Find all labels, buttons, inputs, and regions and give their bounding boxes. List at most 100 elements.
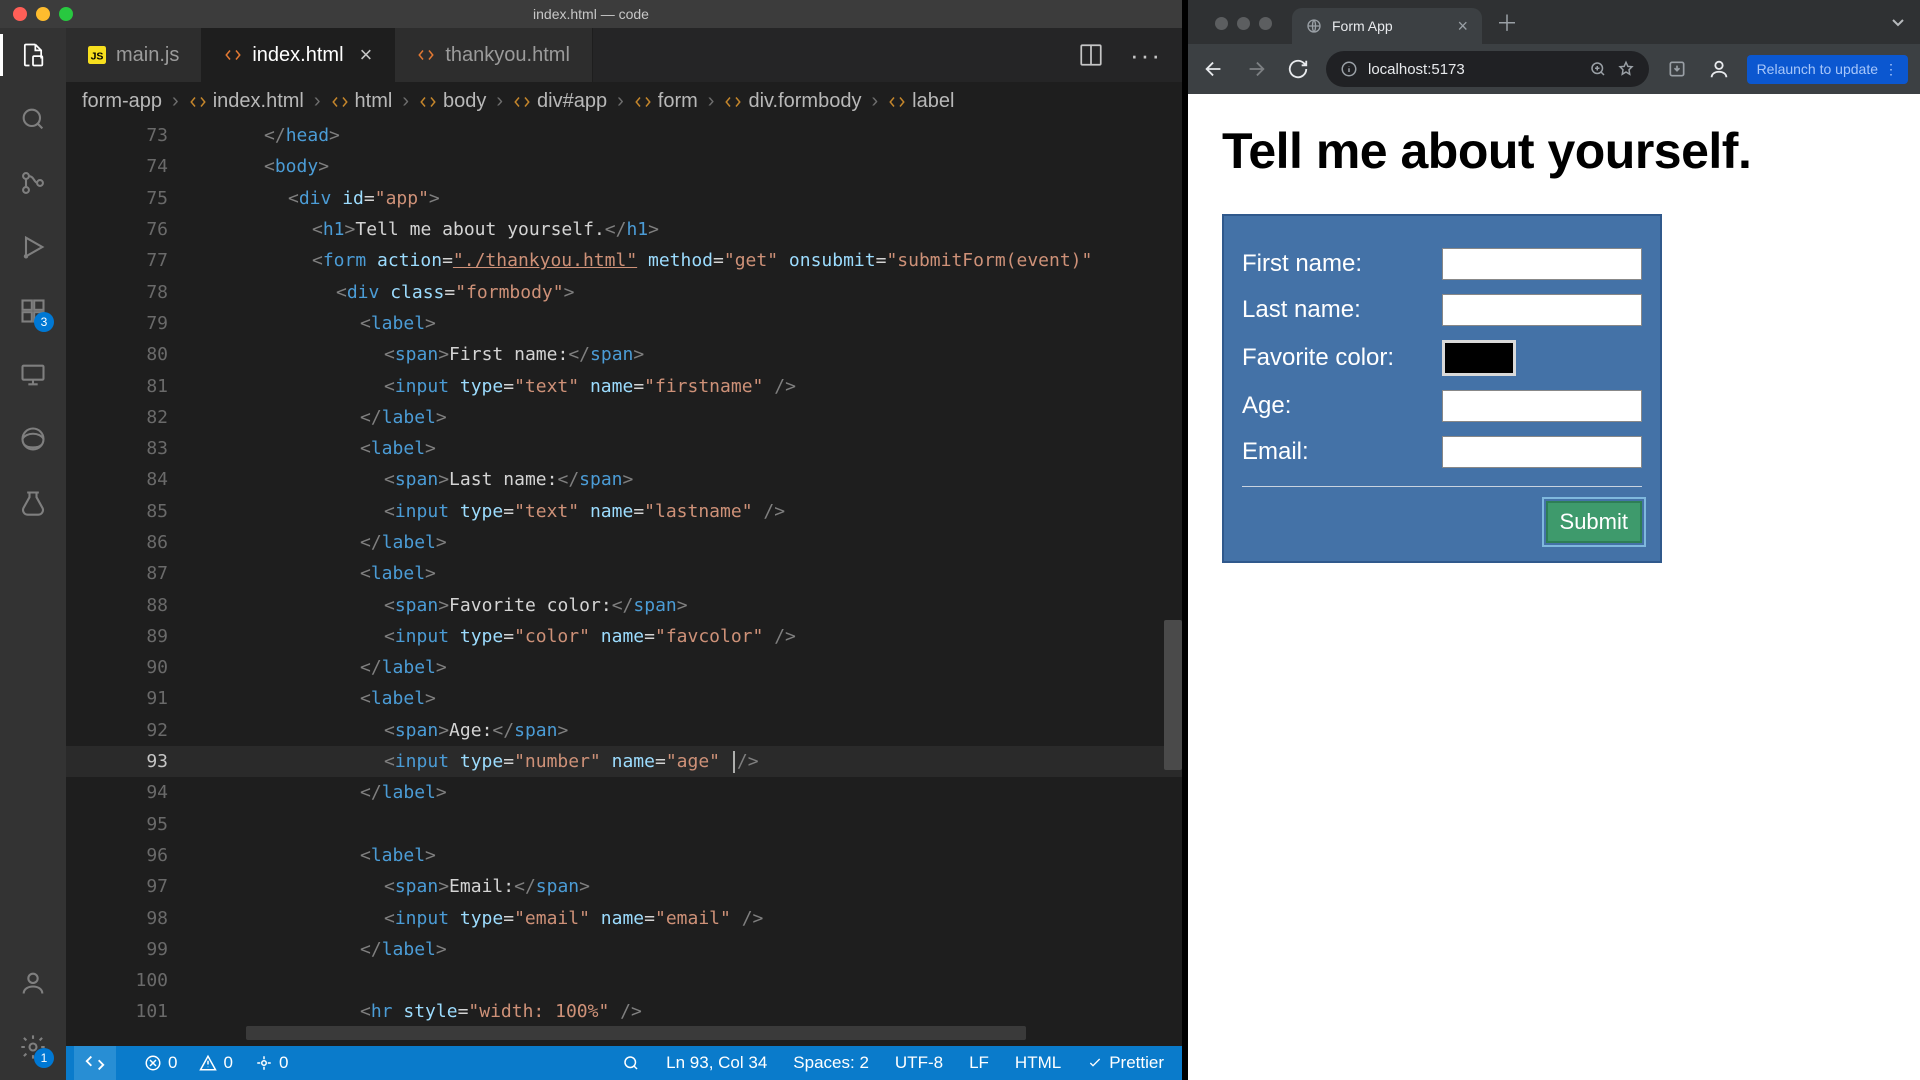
accounts-icon[interactable] [16,966,50,1000]
code-line[interactable]: 101<hr style="width: 100%" /> [66,996,1182,1027]
code-line[interactable]: 82</label> [66,402,1182,433]
code-line[interactable]: 92<span>Age:</span> [66,715,1182,746]
input-age[interactable] [1442,390,1642,422]
status-formatter[interactable]: Prettier [1087,1053,1164,1073]
testing-icon[interactable] [16,486,50,520]
form-container: First name: Last name: Favorite color: A… [1222,214,1662,563]
code-line[interactable]: 74<body> [66,151,1182,182]
code-line[interactable]: 77<form action="./thankyou.html" method=… [66,245,1182,276]
settings-gear-icon[interactable]: 1 [16,1030,50,1064]
status-search[interactable] [622,1054,640,1072]
code-line[interactable]: 88<span>Favorite color:</span> [66,589,1182,620]
status-errors[interactable]: 0 [144,1053,177,1073]
status-spaces[interactable]: Spaces: 2 [793,1053,869,1073]
editor-tabs: JSmain.jsindex.html×thankyou.html ··· [66,28,1182,82]
close-window-button[interactable] [1215,17,1228,30]
code-line[interactable]: 73</head> [66,120,1182,151]
code-line[interactable]: 83<label> [66,433,1182,464]
breadcrumb-item[interactable]: label [912,90,954,113]
run-debug-icon[interactable] [16,230,50,264]
code-line[interactable]: 76<h1>Tell me about yourself.</h1> [66,214,1182,245]
code-line[interactable]: 93<input type="number" name="age" /> [66,746,1182,777]
breadcrumb-item[interactable]: body [443,90,486,113]
code-editor[interactable]: 73</head>74<body>75<div id="app">76<h1>T… [66,120,1182,1046]
code-line[interactable]: 96<label> [66,840,1182,871]
vertical-scrollbar-thumb[interactable] [1164,620,1182,770]
label-favcolor: Favorite color: [1242,344,1442,372]
source-control-icon[interactable] [16,166,50,200]
code-line[interactable]: 98<input type="email" name="email" /> [66,902,1182,933]
code-line[interactable]: 85<input type="text" name="lastname" /> [66,496,1182,527]
code-line[interactable]: 86</label> [66,527,1182,558]
remote-indicator[interactable] [74,1046,116,1080]
code-line[interactable]: 89<input type="color" name="favcolor" /> [66,621,1182,652]
chevron-down-icon[interactable] [1886,10,1910,34]
input-firstname[interactable] [1442,248,1642,280]
minimize-window-button[interactable] [1237,17,1250,30]
more-actions-icon[interactable]: ··· [1130,40,1162,71]
code-line[interactable]: 87<label> [66,558,1182,589]
page-heading: Tell me about yourself. [1222,122,1886,180]
code-line[interactable]: 84<span>Last name:</span> [66,464,1182,495]
code-line[interactable]: 79<label> [66,308,1182,339]
new-tab-button[interactable]: ＋ [1496,6,1518,38]
input-email[interactable] [1442,436,1642,468]
submit-button[interactable]: Submit [1546,501,1642,543]
browser-window-controls [1215,17,1272,30]
breadcrumb-item[interactable]: index.html [213,90,304,113]
code-line[interactable]: 90</label> [66,652,1182,683]
code-line[interactable]: 91<label> [66,683,1182,714]
zoom-icon[interactable] [1589,60,1607,78]
editor-tab[interactable]: JSmain.js [66,28,202,82]
status-eol[interactable]: LF [969,1053,989,1073]
url-text: localhost:5173 [1368,61,1579,78]
code-line[interactable]: 81<input type="text" name="firstname" /> [66,370,1182,401]
remote-explorer-icon[interactable] [16,358,50,392]
breadcrumb-item[interactable]: div.formbody [748,90,861,113]
bookmark-star-icon[interactable] [1617,60,1635,78]
form-row-lastname: Last name: [1242,294,1642,326]
horizontal-scrollbar-thumb[interactable] [246,1026,1026,1040]
forward-button[interactable] [1242,55,1270,83]
code-line[interactable]: 80<span>First name:</span> [66,339,1182,370]
search-icon[interactable] [16,102,50,136]
status-warnings[interactable]: 0 [199,1053,232,1073]
breadcrumb-item[interactable]: html [355,90,393,113]
code-line[interactable]: 99</label> [66,934,1182,965]
browser-tab[interactable]: Form App × [1292,8,1482,44]
status-cursor[interactable]: Ln 93, Col 34 [666,1053,767,1073]
install-app-icon[interactable] [1663,55,1691,83]
breadcrumb-item[interactable]: div#app [537,90,607,113]
code-line[interactable]: 75<div id="app"> [66,183,1182,214]
breadcrumb-item[interactable]: form [658,90,698,113]
editor-tab[interactable]: index.html× [202,28,395,82]
explorer-icon[interactable] [16,38,50,72]
code-line[interactable]: 95 [66,809,1182,840]
vscode-window: index.html — code 3 [0,0,1182,1080]
status-encoding[interactable]: UTF-8 [895,1053,943,1073]
code-line[interactable]: 97<span>Email:</span> [66,871,1182,902]
split-editor-icon[interactable] [1078,42,1104,68]
extensions-icon[interactable]: 3 [16,294,50,328]
profile-icon[interactable] [1705,55,1733,83]
site-info-icon[interactable] [1340,60,1358,78]
settings-badge: 1 [34,1048,54,1068]
editor-tab[interactable]: thankyou.html [395,28,593,82]
code-line[interactable]: 94</label> [66,777,1182,808]
input-lastname[interactable] [1442,294,1642,326]
input-favcolor[interactable] [1442,340,1516,376]
breadcrumb-item[interactable]: form-app [82,90,162,113]
close-tab-icon[interactable]: × [1457,16,1468,37]
code-line[interactable]: 100 [66,965,1182,996]
code-line[interactable]: 78<div class="formbody"> [66,276,1182,307]
reload-button[interactable] [1284,55,1312,83]
close-tab-icon[interactable]: × [360,42,373,68]
breadcrumbs[interactable]: form-app›index.html›html›body›div#app›fo… [66,82,1182,120]
status-language[interactable]: HTML [1015,1053,1061,1073]
address-bar[interactable]: localhost:5173 [1326,51,1649,87]
status-ports[interactable]: 0 [255,1053,288,1073]
relaunch-to-update-button[interactable]: Relaunch to update ⋮ [1747,55,1908,84]
edge-tools-icon[interactable] [16,422,50,456]
back-button[interactable] [1200,55,1228,83]
zoom-window-button[interactable] [1259,17,1272,30]
